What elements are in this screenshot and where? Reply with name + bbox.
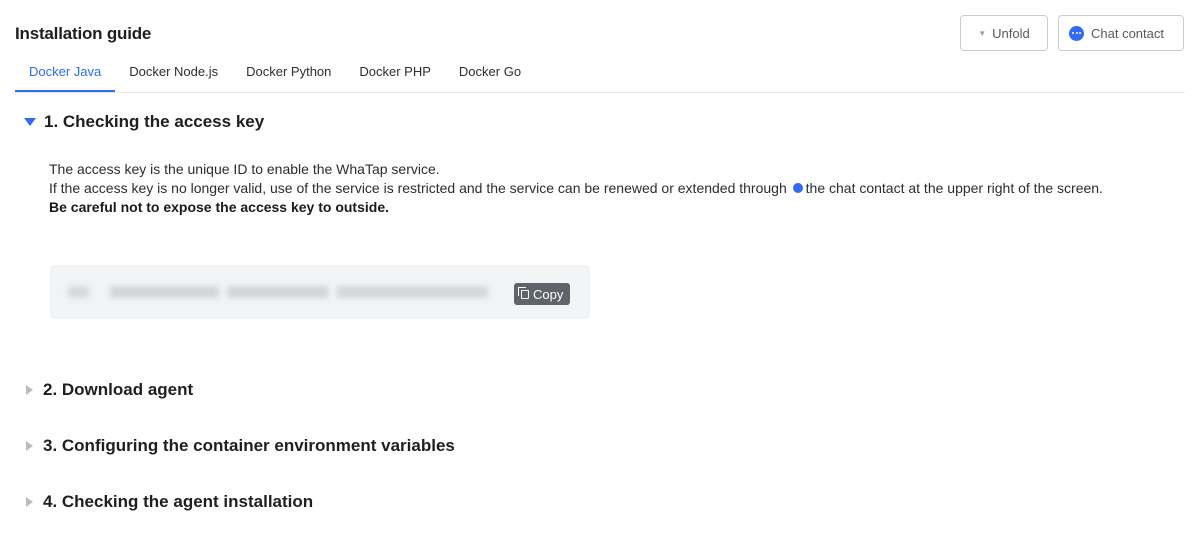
expand-triangle-icon	[26, 497, 33, 507]
access-key-description: The access key is the unique ID to enabl…	[49, 160, 1169, 217]
section-header-download-agent[interactable]: 2. Download agent	[24, 380, 193, 400]
section-header-env-variables[interactable]: 3. Configuring the container environment…	[24, 436, 455, 456]
top-actions: ▼ Unfold Chat contact	[960, 15, 1184, 51]
caret-down-icon: ▼	[978, 28, 987, 38]
chat-icon	[792, 183, 803, 193]
copy-icon	[518, 286, 529, 299]
copy-label: Copy	[533, 286, 564, 302]
description-line-2: If the access key is no longer valid, us…	[49, 179, 1169, 198]
unfold-label: Unfold	[992, 25, 1030, 41]
description-line: The access key is the unique ID to enabl…	[49, 161, 440, 177]
section-header-access-key[interactable]: 1. Checking the access key	[24, 112, 264, 132]
tab-docker-php[interactable]: Docker PHP	[345, 56, 445, 92]
chat-contact-label: Chat contact	[1091, 25, 1164, 41]
tab-docker-nodejs[interactable]: Docker Node.js	[115, 56, 232, 92]
access-key-box: Copy	[50, 265, 590, 319]
unfold-button[interactable]: ▼ Unfold	[960, 15, 1048, 51]
tab-docker-java[interactable]: Docker Java	[15, 56, 116, 92]
section-title: 2. Download agent	[43, 380, 194, 399]
expand-triangle-icon	[26, 385, 33, 395]
section-header-agent-installation[interactable]: 4. Checking the agent installation	[24, 492, 313, 512]
tab-docker-go[interactable]: Docker Go	[445, 56, 535, 92]
access-key-value-blurred	[68, 286, 488, 298]
collapse-triangle-icon	[24, 118, 36, 126]
section-title: 4. Checking the agent installation	[43, 492, 314, 511]
section-title: 1. Checking the access key	[44, 112, 265, 131]
expand-triangle-icon	[26, 441, 33, 451]
tab-docker-python[interactable]: Docker Python	[232, 56, 345, 92]
warning-text: Be careful not to expose the access key …	[49, 199, 389, 215]
chat-icon	[1069, 25, 1084, 41]
section-title: 3. Configuring the container environment…	[43, 436, 455, 455]
tab-bar: Docker Java Docker Node.js Docker Python…	[15, 56, 1185, 93]
copy-button[interactable]: Copy	[514, 283, 571, 305]
page-title: Installation guide	[15, 24, 152, 43]
description-text: If the access key is no longer valid, us…	[49, 180, 791, 196]
chat-contact-button[interactable]: Chat contact	[1058, 15, 1184, 51]
description-text-end: the chat contact at the upper right of t…	[805, 180, 1103, 196]
